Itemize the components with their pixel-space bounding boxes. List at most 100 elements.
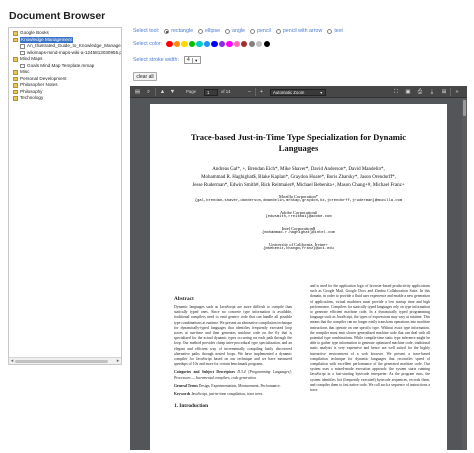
color-swatch[interactable] (256, 41, 263, 48)
tool-option-label: text (334, 28, 343, 34)
tool-option-label: rectangle (171, 28, 194, 34)
folder-icon (13, 83, 18, 88)
authors-line: Mohammad R. Haghighat$, Blake Kaplan*, G… (201, 175, 396, 180)
affiliation: Intel Corporation$ {mohammad.r.haghighat… (164, 226, 433, 237)
tool-option-label: pencil with arrow (282, 28, 323, 34)
color-swatch[interactable] (241, 41, 248, 48)
tool-selector: Select tool: rectangle ellipse angle pen… (133, 28, 343, 34)
previous-page-icon[interactable]: ▲ (159, 88, 166, 96)
file-icon (20, 63, 25, 68)
tool-option-label: ellipse (205, 28, 221, 34)
tool-option-label: pencil (257, 28, 271, 34)
tool-option-label: angle (232, 28, 246, 34)
pdf-toolbar: ▤ ⌕ ▲ ▼ Page 1 of 14 − + Automatic Zoom … (130, 86, 467, 98)
abstract-text: Dynamic languages such as JavaScript are… (174, 305, 292, 367)
clear-all-button[interactable]: clear all (133, 72, 157, 81)
tree-folder-item[interactable]: Technology (11, 95, 121, 102)
affiliation-email: {edwsmith,rreitmai}@adobe.com (265, 215, 332, 220)
zoom-in-icon[interactable]: + (258, 88, 265, 96)
affiliation-email: {gal,brendan,shaver,danderson,dmandelin,… (194, 199, 403, 204)
terms-label: General Terms (174, 383, 198, 388)
pdf-page: Trace-based Just-in-Time Type Specializa… (150, 104, 447, 450)
color-swatch[interactable] (263, 41, 270, 48)
presentation-mode-icon[interactable]: ⛶ (392, 88, 400, 96)
color-swatch[interactable] (248, 41, 255, 48)
right-column: and is used for the application logic of… (310, 284, 430, 393)
pdf-viewer[interactable]: ▤ ⌕ ▲ ▼ Page 1 of 14 − + Automatic Zoom … (130, 86, 467, 450)
stroke-width-select[interactable]: 4 ▼ (183, 56, 201, 64)
affiliation-email: {mbebenit,changm,franz}@uci.edu (263, 247, 334, 252)
chevron-down-icon: ▼ (319, 90, 323, 95)
paper-title: Trace-based Just-in-Time Type Specializa… (190, 132, 407, 153)
terms-text: Design, Experimentation, Measurement, Pe… (198, 383, 281, 388)
keywords-text: JavaScript, just-in-time compilation, tr… (191, 392, 264, 397)
affiliation: Mozilla Corporation* {gal,brendan,shaver… (164, 194, 433, 205)
keywords-label: Keywords (174, 392, 191, 397)
terms-line: General Terms Design, Experimentation, M… (174, 384, 292, 389)
color-swatch[interactable] (226, 41, 233, 48)
page-number-input[interactable]: 1 (204, 88, 218, 96)
next-page-icon[interactable]: ▼ (169, 88, 176, 96)
chevron-down-icon: ▼ (191, 57, 200, 63)
tool-radio-angle[interactable] (225, 28, 231, 34)
tool-radio-ellipse[interactable] (198, 28, 204, 34)
zoom-out-icon[interactable]: − (246, 88, 253, 96)
color-swatch[interactable] (166, 41, 173, 48)
abstract-heading: Abstract (174, 296, 194, 302)
scrollbar-thumb[interactable] (15, 359, 108, 363)
print-icon[interactable]: ⎙ (416, 88, 424, 96)
tool-radio-text[interactable] (327, 28, 333, 34)
categories-line: Categories and Subject Descriptors D.3.4… (174, 370, 292, 380)
bookmark-icon[interactable]: ⊞ (440, 88, 448, 96)
color-swatch[interactable] (181, 41, 188, 48)
page-label: Page (186, 89, 197, 94)
color-swatch[interactable] (218, 41, 226, 48)
open-file-icon[interactable]: ▣ (404, 88, 412, 96)
affiliation-email: {mohammad.r.haghighat}@intel.com (262, 231, 335, 236)
keywords-line: Keywords JavaScript, just-in-time compil… (174, 392, 292, 397)
tool-radio-pencil-arrow[interactable] (275, 28, 281, 34)
left-column: Abstract Dynamic languages such as JavaS… (174, 296, 292, 410)
paper-authors: Andreas Gal*, +, Brendan Eich*, Mike Sha… (164, 166, 433, 190)
scroll-right-arrow-icon[interactable]: ▸ (115, 358, 121, 364)
scrollbar-thumb[interactable] (463, 100, 466, 116)
stroke-label: Select stroke width: (133, 57, 179, 63)
color-selector: Select color: (133, 41, 270, 48)
folder-icon (13, 76, 18, 81)
categories-label: Categories and Subject Descriptors (174, 370, 235, 375)
file-icon (20, 44, 25, 49)
right-column-text: and is used for the application logic of… (310, 284, 430, 393)
color-label: Select color: (133, 41, 163, 48)
page-total: of 14 (221, 89, 231, 94)
tool-label: Select tool: (133, 28, 160, 34)
tool-radio-pencil[interactable] (250, 28, 256, 34)
color-swatch[interactable] (211, 41, 218, 48)
introduction-heading: 1. Introduction (174, 403, 209, 410)
sidebar-toggle-icon[interactable]: ▤ (134, 88, 141, 96)
folder-icon (13, 96, 18, 101)
affiliation: University of California, Irvine+ {mbebe… (164, 242, 433, 253)
color-swatch[interactable] (203, 41, 211, 48)
color-swatch[interactable] (196, 41, 203, 48)
tree-item-label: Technology (20, 95, 44, 100)
zoom-select[interactable]: Automatic Zoom ▼ (270, 88, 326, 96)
document-tree[interactable]: Google Books Knowledge Management An_Illus… (8, 27, 122, 365)
tree-horizontal-scrollbar[interactable]: ◂ ▸ (9, 357, 121, 364)
folder-icon (13, 31, 18, 36)
color-swatch[interactable] (188, 41, 196, 48)
tools-menu-icon[interactable]: » (453, 88, 461, 96)
tool-radio-rectangle[interactable] (164, 28, 170, 34)
file-icon (20, 50, 25, 55)
color-swatch[interactable] (173, 41, 181, 48)
zoom-value: Automatic Zoom (273, 89, 305, 95)
color-swatch[interactable] (233, 41, 240, 48)
stroke-selector: Select stroke width: 4 ▼ (133, 56, 201, 64)
affiliation: Adobe Corporation# {edwsmith,rreitmai}@a… (164, 210, 433, 221)
stroke-width-value: 4 (186, 57, 190, 63)
folder-icon (13, 89, 18, 94)
folder-icon (13, 57, 18, 62)
search-icon[interactable]: ⌕ (145, 88, 152, 96)
folder-icon (13, 37, 18, 42)
pdf-vertical-scrollbar[interactable] (462, 98, 467, 450)
download-icon[interactable]: ⤓ (428, 88, 436, 96)
